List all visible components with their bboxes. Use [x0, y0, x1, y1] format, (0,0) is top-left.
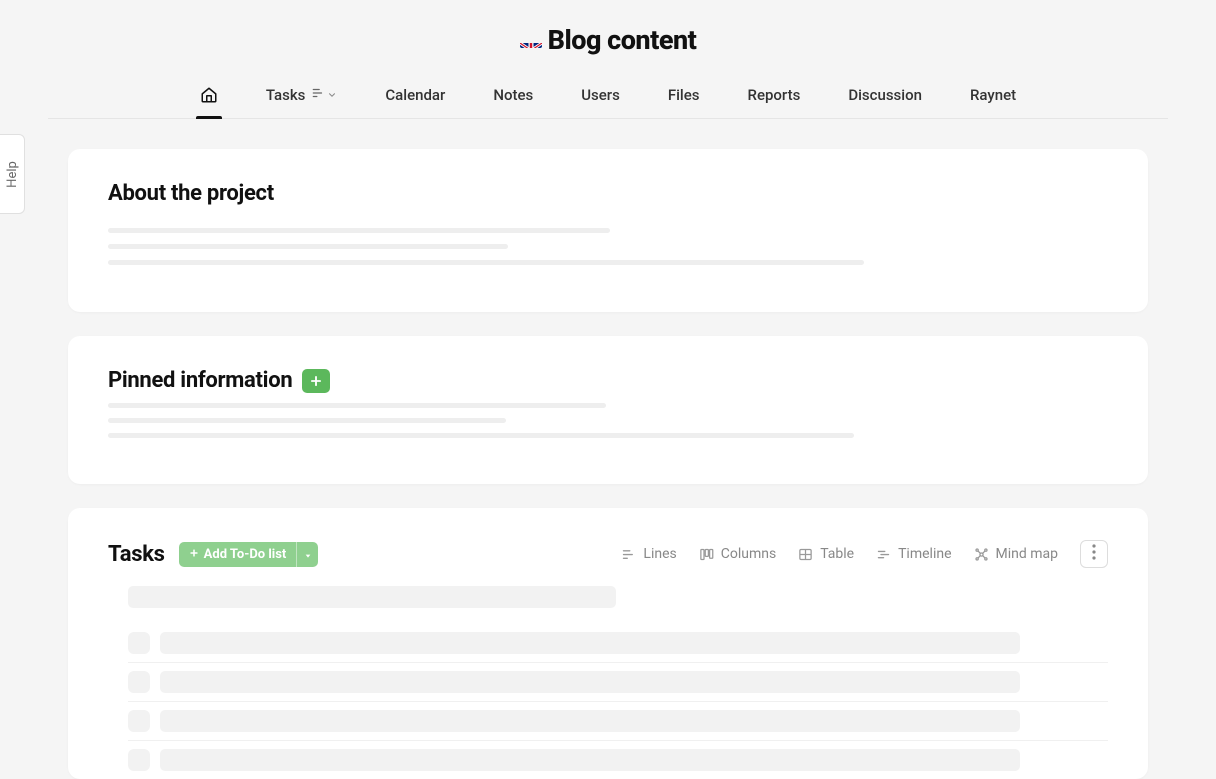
tasks-title-group: Tasks Add To-Do list: [108, 542, 318, 567]
view-lines[interactable]: Lines: [621, 546, 676, 562]
skeleton-line: [108, 433, 854, 438]
tab-tasks[interactable]: Tasks: [262, 76, 342, 118]
add-todo-button[interactable]: Add To-Do list: [179, 542, 297, 567]
page-title: Blog content: [520, 24, 697, 56]
tab-home[interactable]: [196, 76, 222, 118]
task-line-skeleton: [160, 671, 1020, 693]
tasks-title: Tasks: [108, 542, 165, 567]
tab-tasks-label: Tasks: [266, 86, 306, 104]
view-switcher: Lines Columns: [621, 540, 1108, 568]
view-timeline[interactable]: Timeline: [876, 546, 951, 562]
task-row: [128, 741, 1108, 779]
view-mindmap[interactable]: Mind map: [974, 546, 1058, 562]
view-mindmap-label: Mind map: [996, 546, 1058, 562]
view-columns[interactable]: Columns: [699, 546, 776, 562]
columns-icon: [699, 547, 714, 562]
tab-users[interactable]: Users: [577, 76, 624, 118]
skeleton-line: [108, 418, 506, 423]
more-vertical-icon: [1092, 544, 1096, 564]
help-tab[interactable]: Help: [0, 134, 25, 214]
tab-reports[interactable]: Reports: [744, 76, 805, 118]
content-area: About the project Pinned information: [0, 119, 1216, 779]
about-card: About the project: [68, 149, 1148, 312]
tab-raynet-label: Raynet: [970, 86, 1016, 104]
tasks-list-header-skeleton: [128, 586, 616, 608]
table-icon: [798, 547, 813, 562]
more-button[interactable]: [1080, 540, 1108, 568]
view-lines-label: Lines: [643, 546, 676, 562]
view-columns-label: Columns: [721, 546, 776, 562]
pinned-title-row: Pinned information: [108, 368, 1108, 393]
task-row: [128, 663, 1108, 702]
caret-down-icon: [304, 545, 312, 564]
task-row: [128, 702, 1108, 741]
home-icon: [200, 86, 218, 104]
add-todo-caret-button[interactable]: [296, 542, 318, 567]
add-todo-button-group: Add To-Do list: [179, 542, 319, 567]
help-label: Help: [5, 161, 20, 188]
chevron-down-icon: [327, 86, 337, 104]
task-line-skeleton: [160, 632, 1020, 654]
task-checkbox-skeleton: [128, 632, 150, 654]
task-row: [128, 624, 1108, 663]
tasks-body: [108, 586, 1108, 779]
about-title: About the project: [108, 181, 1108, 206]
uk-flag-icon: [520, 33, 542, 48]
view-timeline-label: Timeline: [898, 546, 951, 562]
task-checkbox-skeleton: [128, 749, 150, 771]
tab-notes[interactable]: Notes: [489, 76, 537, 118]
tab-files[interactable]: Files: [664, 76, 704, 118]
page-title-text: Blog content: [548, 24, 697, 56]
pinned-skeleton: [108, 403, 1108, 438]
tab-raynet[interactable]: Raynet: [966, 76, 1020, 118]
pinned-card: Pinned information: [68, 336, 1148, 484]
tab-files-label: Files: [668, 86, 700, 104]
tab-notes-label: Notes: [493, 86, 533, 104]
task-line-skeleton: [160, 749, 1020, 771]
view-table-label: Table: [820, 546, 854, 562]
skeleton-line: [108, 228, 610, 233]
skeleton-line: [108, 403, 606, 408]
skeleton-line: [108, 260, 864, 265]
tasks-header: Tasks Add To-Do list: [108, 540, 1108, 568]
tab-discussion[interactable]: Discussion: [844, 76, 926, 118]
mindmap-icon: [974, 547, 989, 562]
tab-users-label: Users: [581, 86, 620, 104]
task-checkbox-skeleton: [128, 710, 150, 732]
tasks-card: Tasks Add To-Do list: [68, 508, 1148, 779]
page-header: Blog content: [0, 0, 1216, 56]
tab-nav: Tasks Calendar Notes Users Files: [48, 76, 1168, 119]
plus-icon: [189, 547, 199, 562]
lines-icon: [621, 547, 636, 562]
pinned-title: Pinned information: [108, 368, 292, 393]
view-table[interactable]: Table: [798, 546, 854, 562]
list-icon: [311, 86, 325, 104]
about-skeleton: [108, 228, 1108, 265]
tab-calendar[interactable]: Calendar: [381, 76, 449, 118]
add-todo-label: Add To-Do list: [204, 547, 287, 562]
tab-discussion-label: Discussion: [848, 86, 922, 104]
tab-calendar-label: Calendar: [385, 86, 445, 104]
timeline-icon: [876, 547, 891, 562]
add-pin-button[interactable]: [302, 369, 330, 393]
skeleton-line: [108, 244, 508, 249]
tab-reports-label: Reports: [748, 86, 801, 104]
task-line-skeleton: [160, 710, 1020, 732]
task-checkbox-skeleton: [128, 671, 150, 693]
